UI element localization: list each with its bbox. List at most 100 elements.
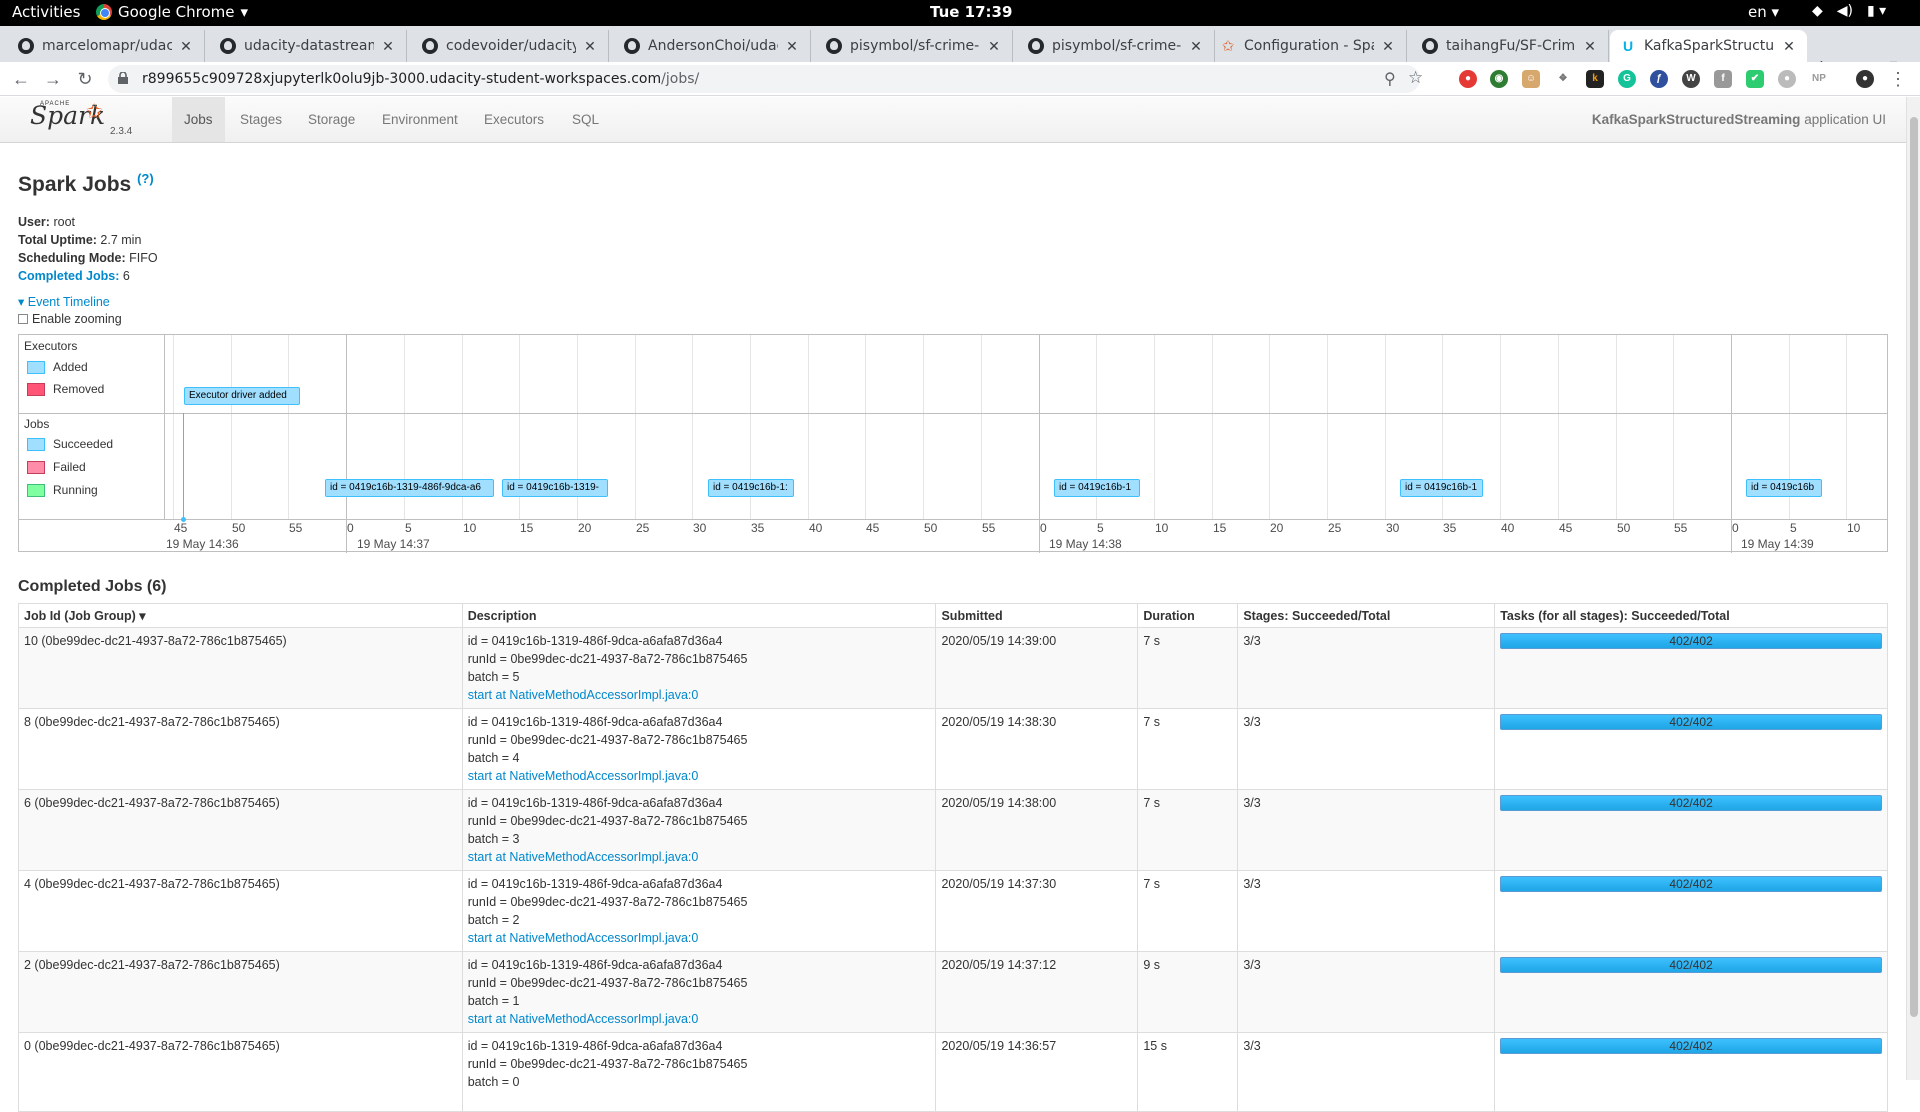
close-icon[interactable]: ✕ [784, 38, 800, 55]
tasks-cell: 402/402 [1494, 1032, 1888, 1112]
tab-environment[interactable]: Environment [370, 97, 470, 142]
extension-w-icon[interactable]: W [1682, 70, 1700, 88]
extension-gray-icon[interactable]: ● [1778, 70, 1796, 88]
job-description-link[interactable]: start at NativeMethodAccessorImpl.java:0 [468, 769, 699, 783]
checkbox[interactable] [18, 314, 28, 324]
column-header-tasks[interactable]: Tasks (for all stages): Succeeded/Total [1494, 603, 1888, 628]
scrollbar-thumb[interactable] [1910, 117, 1918, 1017]
job-description-link[interactable]: start at NativeMethodAccessorImpl.java:0 [468, 1012, 699, 1026]
timeline-gridline [173, 335, 174, 519]
legend-removed: Removed [27, 382, 104, 396]
browser-tab[interactable]: pisymbol/sf-crime-st ✕ [816, 30, 1013, 62]
description-line: batch = 2 [467, 913, 520, 927]
browser-tab[interactable]: AndersonChoi/udacit ✕ [614, 30, 811, 62]
extension-f-icon[interactable]: f [1714, 70, 1732, 88]
table-row: 10 (0be99dec-dc21-4937-8a72-786c1b875465… [18, 627, 1888, 709]
enable-zooming-checkbox[interactable]: Enable zooming [18, 312, 122, 326]
tasks-progress-bar: 402/402 [1500, 876, 1882, 892]
submitted-time: 2020/05/19 14:39:00 [941, 634, 1057, 648]
close-icon[interactable]: ✕ [1188, 38, 1204, 55]
description-cell: id = 0419c16b-1319-486f-9dca-a6afa87d36a… [461, 870, 937, 952]
app-menu[interactable]: Google Chrome ▾ [96, 3, 248, 21]
column-header-stages[interactable]: Stages: Succeeded/Total [1237, 603, 1496, 628]
dropbox-icon[interactable]: ❖ [1554, 70, 1572, 88]
legend-executors-title: Executors [24, 339, 78, 353]
spark-logo[interactable]: APACHE Spark ✩ 2.3.4 [30, 101, 132, 137]
spark-navbar: APACHE Spark ✩ 2.3.4 Jobs Stages Storage… [0, 97, 1906, 143]
extension-face-icon[interactable]: ☺ [1522, 70, 1540, 88]
duration-value: 7 s [1143, 796, 1161, 810]
tab-sql[interactable]: SQL [560, 97, 611, 142]
tab-label: AndersonChoi/udacit [648, 38, 778, 54]
job-box[interactable]: id = 0419c16b [1746, 479, 1822, 497]
extension-blue-icon[interactable]: ƒ [1650, 70, 1668, 88]
zoom-icon[interactable]: ⚲ [1384, 69, 1396, 89]
tab-strip: marcelomapr/udacity ✕ udacity-datastream… [0, 26, 1920, 79]
job-id-cell: 8 (0be99dec-dc21-4937-8a72-786c1b875465) [18, 708, 463, 790]
grammarly-icon[interactable]: G [1618, 70, 1636, 88]
extension-red-icon[interactable]: ● [1459, 70, 1477, 88]
forward-button[interactable]: → [42, 68, 64, 90]
column-header-job-id[interactable]: Job Id (Job Group) ▾ [18, 603, 463, 628]
job-box[interactable]: id = 0419c16b-1 [1400, 479, 1483, 497]
tab-executors[interactable]: Executors [472, 97, 556, 142]
close-icon[interactable]: ✕ [1582, 38, 1598, 55]
completed-jobs-link[interactable]: Completed Jobs: [18, 269, 119, 283]
event-timeline-toggle[interactable]: ▾ Event Timeline [18, 294, 110, 309]
close-icon[interactable]: ✕ [986, 38, 1002, 55]
column-header-description[interactable]: Description [461, 603, 937, 628]
activities-button[interactable]: Activities [12, 3, 80, 21]
tab-storage[interactable]: Storage [296, 97, 367, 142]
extension-np-icon[interactable]: NP [1810, 70, 1828, 88]
clock[interactable]: Tue 17:39 [930, 3, 1012, 21]
reload-button[interactable]: ↻ [74, 68, 96, 90]
column-header-duration[interactable]: Duration [1137, 603, 1239, 628]
tab-stages[interactable]: Stages [228, 97, 294, 142]
tab-jobs[interactable]: Jobs [172, 97, 225, 142]
job-box[interactable]: id = 0419c16b-1319- [502, 479, 608, 497]
back-button[interactable]: ← [10, 68, 32, 90]
language-menu[interactable]: en ▾ [1748, 3, 1779, 21]
menu-kebab-icon[interactable]: ⋮ [1887, 68, 1909, 90]
timeline-tick-label: 45 [1559, 521, 1573, 535]
timeline-gridline [1673, 335, 1674, 519]
extension-k-icon[interactable]: k [1586, 70, 1604, 88]
help-link[interactable]: (?) [137, 171, 154, 186]
job-box[interactable]: id = 0419c16b-1: [708, 479, 794, 497]
browser-tab[interactable]: pisymbol/sf-crime-st ✕ [1018, 30, 1215, 62]
timeline-tick-label: 40 [1501, 521, 1515, 535]
job-box[interactable]: id = 0419c16b-1319-486f-9dca-a6 [325, 479, 494, 497]
profile-avatar[interactable]: ● [1856, 70, 1874, 88]
browser-tab[interactable]: marcelomapr/udacity ✕ [8, 30, 205, 62]
job-description-link[interactable]: start at NativeMethodAccessorImpl.java:0 [468, 688, 699, 702]
close-icon[interactable]: ✕ [1380, 38, 1396, 55]
timeline-tick-label: 50 [232, 521, 246, 535]
url-path: /jobs/ [661, 71, 700, 87]
browser-tab[interactable]: taihangFu/SF-Crime- ✕ [1412, 30, 1609, 62]
completed-jobs-title[interactable]: Completed Jobs (6) [18, 578, 166, 596]
executor-added-box[interactable]: Executor driver added [184, 387, 300, 405]
close-icon[interactable]: ✕ [380, 38, 396, 55]
browser-tab[interactable]: codevoider/udacity-d ✕ [412, 30, 609, 62]
duration-value: 7 s [1143, 877, 1161, 891]
system-menu[interactable]: ◆ ◀) ▮ ▾ [1812, 3, 1886, 19]
description-line: id = 0419c16b-1319-486f-9dca-a6afa87d36a… [467, 634, 723, 648]
browser-tab[interactable]: udacity-datastreamin ✕ [210, 30, 407, 62]
column-header-submitted[interactable]: Submitted [935, 603, 1139, 628]
close-icon[interactable]: ✕ [582, 38, 598, 55]
job-box[interactable]: id = 0419c16b-1 [1054, 479, 1140, 497]
browser-tab[interactable]: ✩ Configuration - Spar ✕ [1210, 30, 1407, 62]
submitted-time: 2020/05/19 14:38:30 [941, 715, 1057, 729]
close-icon[interactable]: ✕ [178, 38, 194, 55]
uptime-value: 2.7 min [100, 233, 142, 247]
job-description-link[interactable]: start at NativeMethodAccessorImpl.java:0 [468, 931, 699, 945]
extension-shield-icon[interactable]: ✔ [1746, 70, 1764, 88]
browser-tab-active[interactable]: U KafkaSparkStructure ✕ [1610, 30, 1807, 62]
job-description-link[interactable]: start at NativeMethodAccessorImpl.java:0 [468, 850, 699, 864]
address-bar[interactable]: r899655c909728xjupyterlk0olu9jb-3000.uda… [108, 65, 1423, 93]
extension-green-icon[interactable]: ◉ [1490, 70, 1508, 88]
bookmark-star-icon[interactable]: ☆ [1408, 68, 1423, 88]
close-icon[interactable]: ✕ [1781, 38, 1797, 55]
page-scrollbar[interactable] [1906, 97, 1920, 1080]
legend-succeeded: Succeeded [27, 437, 113, 451]
